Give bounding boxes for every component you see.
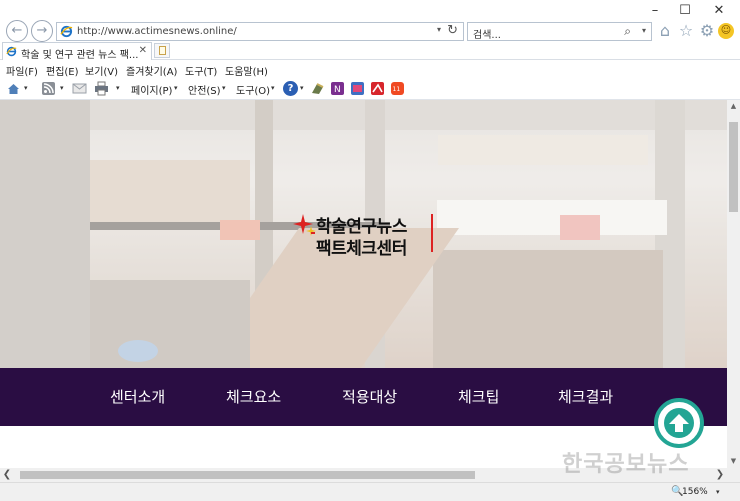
- address-dropdown-icon[interactable]: ▾: [437, 25, 441, 34]
- scroll-left-icon[interactable]: ❮: [0, 468, 14, 482]
- search-input[interactable]: 검색... ⌕ ▾: [467, 22, 652, 41]
- page-viewport: 학술연구뉴스 팩트체크센터 센터소개 체크요소 적용대상 체크팁 체크결과: [0, 100, 727, 468]
- site-logo[interactable]: 학술연구뉴스 팩트체크센터: [293, 212, 433, 259]
- tab-active[interactable]: 학술 및 연구 관련 뉴스 팩... ✕: [2, 42, 152, 61]
- up-arrow-icon: [664, 408, 694, 438]
- horizontal-scroll-thumb[interactable]: [20, 471, 475, 479]
- menu-view[interactable]: 보기(V): [85, 63, 118, 78]
- site-nav: 센터소개 체크요소 적용대상 체크팁 체크결과: [0, 368, 727, 426]
- forward-arrow-icon: →: [36, 23, 48, 38]
- nav-check-elements[interactable]: 체크요소: [226, 386, 281, 407]
- research-icon[interactable]: [310, 81, 325, 96]
- safety-menu[interactable]: 안전(S): [188, 82, 221, 97]
- address-url[interactable]: http://www.actimesnews.online/: [77, 26, 237, 37]
- word-addin-icon[interactable]: [350, 81, 365, 96]
- home-icon[interactable]: ⌂: [655, 21, 675, 41]
- help-icon[interactable]: ?: [283, 81, 298, 96]
- ie-tab-favicon-icon: [6, 46, 17, 57]
- vertical-scrollbar[interactable]: ▲ ▼: [727, 100, 740, 468]
- onenote-icon[interactable]: N: [330, 81, 345, 96]
- news-addin-icon[interactable]: 11: [390, 81, 405, 96]
- maximize-button[interactable]: ☐: [670, 0, 700, 22]
- scroll-to-top-button[interactable]: [654, 398, 704, 448]
- menu-favorites[interactable]: 즐겨찾기(A): [126, 63, 177, 78]
- tools-dropdown-icon[interactable]: ▾: [271, 84, 275, 92]
- new-tab-button[interactable]: [154, 43, 170, 58]
- rss-feed-icon[interactable]: [41, 81, 56, 96]
- tab-strip: 학술 및 연구 관련 뉴스 팩... ✕: [0, 42, 740, 61]
- logo-title-line2: 팩트체크센터: [316, 239, 407, 259]
- status-bar: 🔍 156% ▾: [0, 482, 740, 501]
- logo-accent-dash: [311, 232, 315, 234]
- svg-text:N: N: [334, 85, 341, 95]
- scroll-right-icon[interactable]: ❯: [713, 468, 727, 482]
- mail-icon[interactable]: [72, 81, 87, 96]
- menu-help[interactable]: 도움말(H): [225, 63, 268, 78]
- page-dropdown-icon[interactable]: ▾: [174, 84, 178, 92]
- address-bar[interactable]: http://www.actimesnews.online/ ▾ ↻: [56, 22, 464, 41]
- new-tab-icon: [159, 46, 166, 55]
- menu-bar: 파일(F) 편집(E) 보기(V) 즐겨찾기(A) 도구(T) 도움말(H): [0, 60, 740, 78]
- command-bar: ▾ ▾ ▾ 페이지(P) ▾ 안전(S) ▾ 도구(O) ▾ ? ▾ N 11: [0, 78, 740, 100]
- watermark: 한국공보뉴스: [562, 452, 690, 477]
- nav-center-intro[interactable]: 센터소개: [110, 386, 165, 407]
- tab-close-icon[interactable]: ✕: [139, 45, 147, 56]
- search-icon[interactable]: ⌕: [624, 24, 631, 39]
- zoom-level[interactable]: 156%: [682, 487, 708, 497]
- gear-icon[interactable]: ⚙: [697, 21, 717, 41]
- help-dropdown-icon[interactable]: ▾: [300, 84, 304, 92]
- tools-menu[interactable]: 도구(O): [236, 82, 270, 97]
- tab-title: 학술 및 연구 관련 뉴스 팩...: [21, 50, 139, 61]
- forward-button[interactable]: →: [31, 20, 53, 42]
- nav-check-tips[interactable]: 체크팁: [458, 386, 499, 407]
- search-placeholder: 검색...: [473, 30, 501, 41]
- close-window-button[interactable]: ✕: [704, 0, 734, 22]
- svg-text:11: 11: [393, 86, 401, 93]
- browser-title-bar: ← → http://www.actimesnews.online/ ▾ ↻ 검…: [0, 0, 740, 42]
- ie-favicon-icon: [60, 25, 73, 38]
- scroll-up-icon[interactable]: ▲: [727, 100, 740, 113]
- logo-accent-bar: [431, 214, 433, 252]
- feed-dropdown-icon[interactable]: ▾: [60, 84, 64, 92]
- print-dropdown-icon[interactable]: ▾: [116, 84, 120, 92]
- back-button[interactable]: ←: [6, 20, 28, 42]
- print-icon[interactable]: [94, 81, 109, 96]
- home-dropdown-icon[interactable]: ▾: [24, 84, 28, 92]
- back-arrow-icon: ←: [11, 23, 23, 38]
- nav-check-results[interactable]: 체크결과: [558, 386, 613, 407]
- nav-targets[interactable]: 적용대상: [342, 386, 397, 407]
- hero-banner: 학술연구뉴스 팩트체크센터: [0, 100, 727, 368]
- smiley-feedback-icon[interactable]: ☺: [718, 23, 734, 39]
- zoom-dropdown-icon[interactable]: ▾: [716, 488, 720, 496]
- search-dropdown-icon[interactable]: ▾: [642, 26, 646, 35]
- menu-edit[interactable]: 편집(E): [46, 63, 79, 78]
- pdf-icon[interactable]: [370, 81, 385, 96]
- page-menu[interactable]: 페이지(P): [131, 82, 172, 97]
- scroll-down-icon[interactable]: ▼: [727, 455, 740, 468]
- minimize-button[interactable]: –: [640, 0, 670, 22]
- favorites-star-icon[interactable]: ☆: [676, 21, 696, 41]
- safety-dropdown-icon[interactable]: ▾: [222, 84, 226, 92]
- refresh-icon[interactable]: ↻: [447, 23, 458, 38]
- menu-file[interactable]: 파일(F): [6, 63, 38, 78]
- menu-tools[interactable]: 도구(T): [185, 63, 217, 78]
- vertical-scroll-thumb[interactable]: [729, 122, 738, 212]
- home-small-icon[interactable]: [6, 81, 21, 96]
